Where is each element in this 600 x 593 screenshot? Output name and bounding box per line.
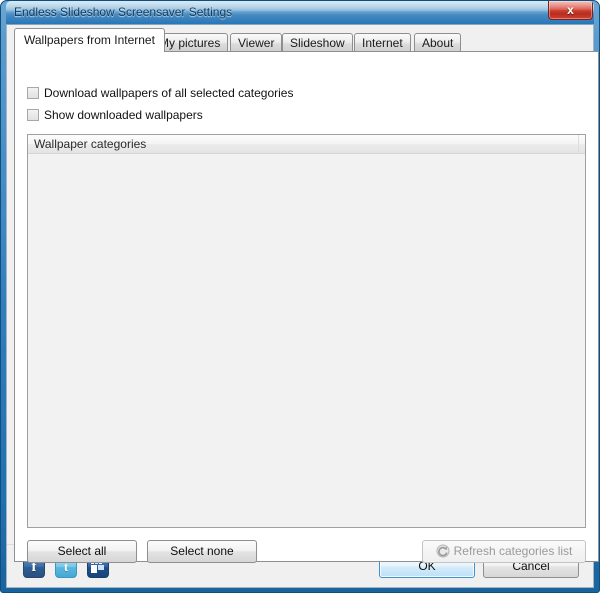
- download-all-checkbox[interactable]: [27, 87, 39, 99]
- checkbox-row-download-all[interactable]: Download wallpapers of all selected cate…: [27, 86, 293, 101]
- download-all-label: Download wallpapers of all selected cate…: [44, 86, 294, 100]
- select-none-label: Select none: [170, 544, 234, 558]
- refresh-label: Refresh categories list: [453, 544, 573, 558]
- tab-label: Slideshow: [290, 36, 345, 50]
- select-all-button[interactable]: Select all: [27, 540, 137, 563]
- tab-label: About: [422, 36, 454, 50]
- tab-internet[interactable]: Internet: [354, 33, 411, 52]
- refresh-icon: [436, 544, 450, 558]
- close-button[interactable]: x: [548, 1, 593, 20]
- show-downloaded-label: Show downloaded wallpapers: [44, 108, 203, 122]
- select-all-label: Select all: [57, 544, 107, 558]
- settings-window: Endless Slideshow Screensaver Settings x…: [0, 0, 600, 593]
- refresh-categories-list-button[interactable]: Refresh categories list: [422, 540, 586, 563]
- list-body[interactable]: [28, 154, 585, 527]
- window-title: Endless Slideshow Screensaver Settings: [14, 5, 233, 19]
- checkbox-row-show-downloaded[interactable]: Show downloaded wallpapers: [27, 108, 203, 123]
- tab-label: My pictures: [159, 36, 221, 50]
- close-icon: x: [567, 3, 574, 17]
- wallpaper-categories-list[interactable]: Wallpaper categories: [27, 134, 586, 528]
- client-area: Wallpapers from Internet My pictures Vie…: [6, 24, 599, 588]
- title-bar: Endless Slideshow Screensaver Settings x: [6, 1, 594, 24]
- tab-panel-wallpapers-from-internet: Download wallpapers of all selected cate…: [14, 51, 599, 563]
- tab-label: Internet: [362, 36, 403, 50]
- show-downloaded-checkbox[interactable]: [27, 109, 39, 121]
- select-none-button[interactable]: Select none: [147, 540, 257, 563]
- tab-label: Wallpapers from Internet: [24, 33, 155, 47]
- tab-wallpapers-from-internet[interactable]: Wallpapers from Internet: [14, 28, 165, 52]
- column-header-wallpaper-categories[interactable]: Wallpaper categories: [28, 135, 579, 153]
- column-header-spacer[interactable]: [579, 135, 585, 153]
- tab-slideshow[interactable]: Slideshow: [282, 33, 353, 52]
- list-header: Wallpaper categories: [28, 135, 585, 154]
- tab-label: Viewer: [238, 36, 275, 50]
- tab-viewer[interactable]: Viewer: [230, 33, 283, 52]
- tab-about[interactable]: About: [414, 33, 462, 52]
- tab-strip: Wallpapers from Internet My pictures Vie…: [14, 28, 599, 52]
